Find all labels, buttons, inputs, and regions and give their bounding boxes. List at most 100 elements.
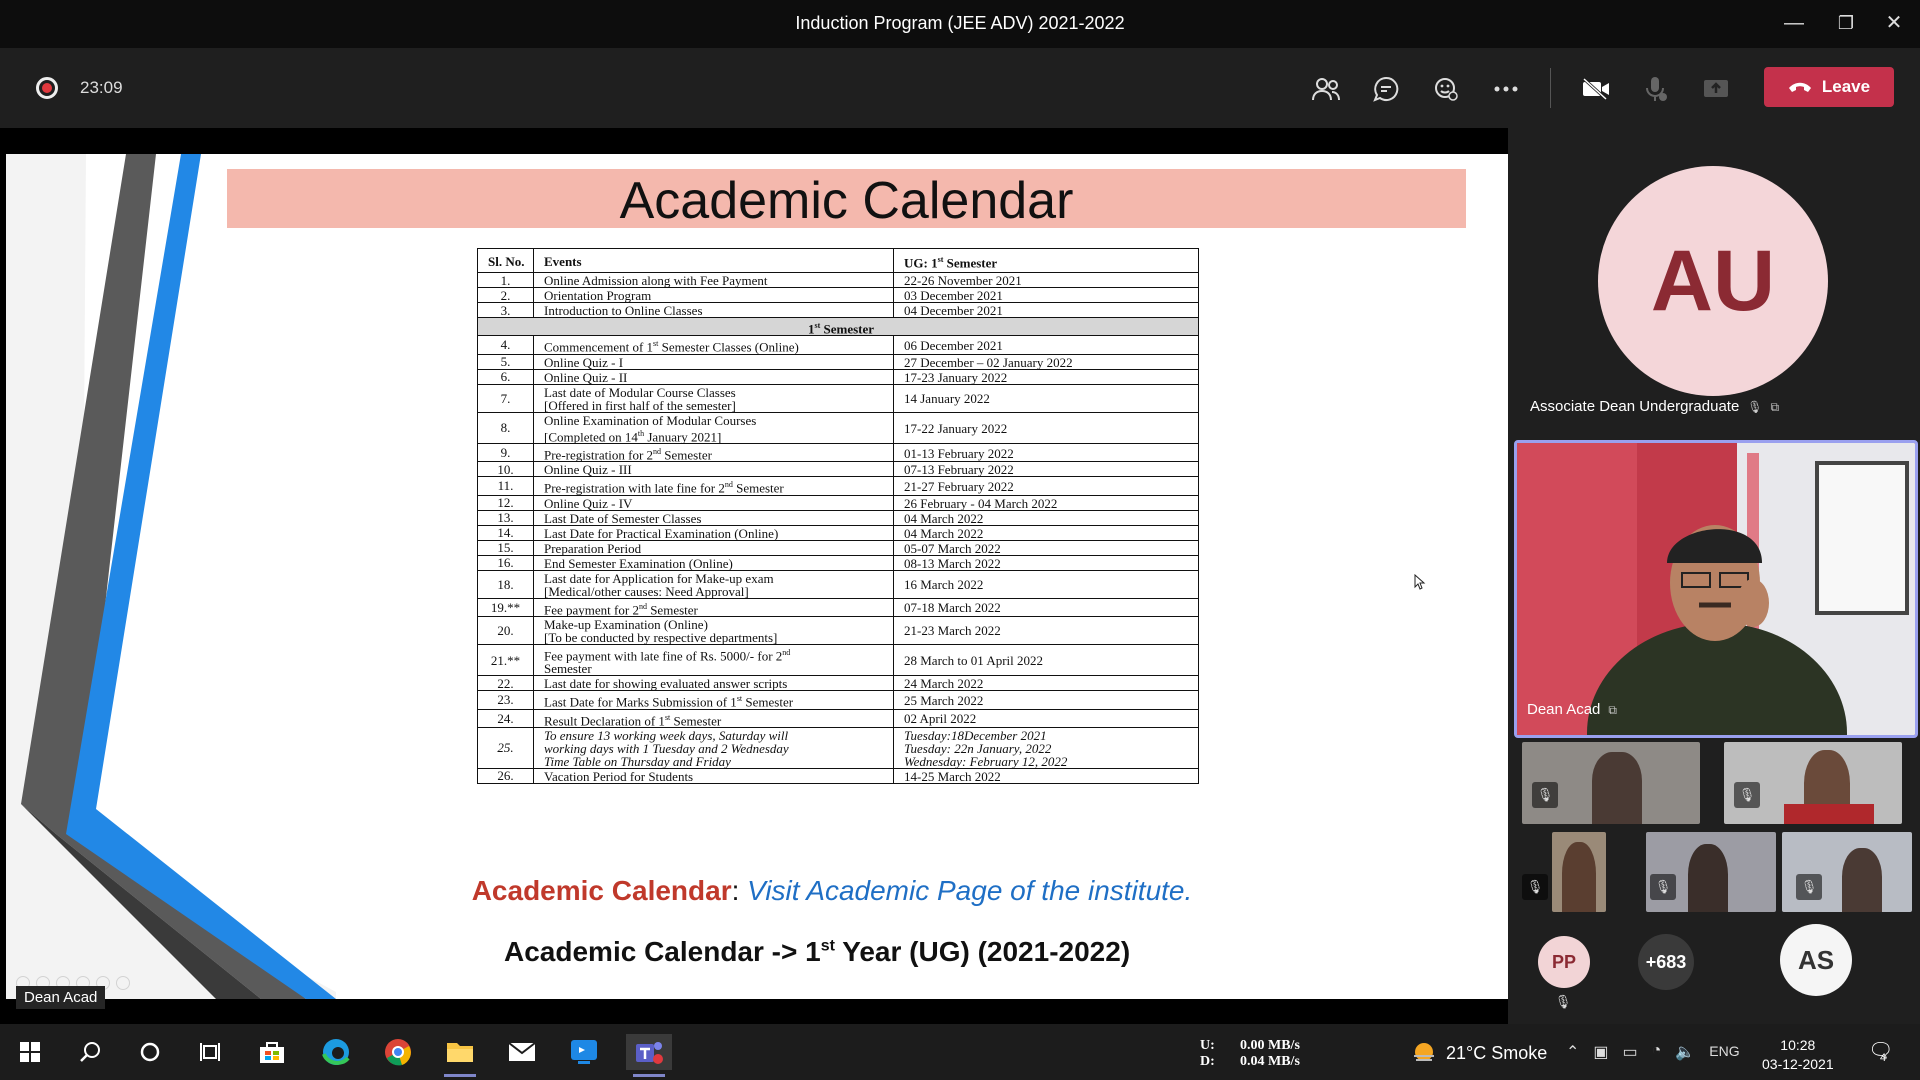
table-row: 4. Commencement of 1st Semester Classes (… (477, 335, 1199, 355)
participant-video-5[interactable]: 🎙 (1782, 832, 1912, 912)
row-date: 04 December 2021 (893, 302, 1199, 318)
row-number: 6. (477, 368, 534, 385)
table-header-row: Sl. No. Events UG: 1st Semester (477, 248, 1199, 273)
chrome-icon[interactable] (378, 1034, 418, 1070)
row-date: 25 March 2022 (893, 690, 1199, 710)
task-view-icon[interactable] (190, 1034, 230, 1070)
file-explorer-icon[interactable] (440, 1034, 480, 1077)
system-tray: ⌃ ▣ ▭ ◔ 🔈 ENG (1566, 1042, 1740, 1062)
restore-button[interactable]: ❐ (1826, 8, 1866, 38)
camera-off-icon[interactable] (1578, 74, 1614, 104)
row-event: Pre-registration with late fine for 2nd … (533, 476, 894, 496)
weather-text: 21°C Smoke (1446, 1042, 1548, 1063)
more-options-icon[interactable] (1488, 74, 1524, 104)
table-row: 3. Introduction to Online Classes 04 Decem… (477, 302, 1199, 318)
row-event: Online Quiz - IV (533, 494, 894, 511)
screen-share-indicator-icon: ⧉ (1608, 703, 1617, 717)
row-date: 04 March 2022 (893, 509, 1199, 526)
row-number: 13. (477, 509, 534, 526)
row-date: 22-26 November 2021 (893, 272, 1199, 288)
more-participants-count[interactable]: +683 (1638, 934, 1694, 990)
mouse-cursor-icon (1414, 574, 1426, 590)
close-button[interactable]: ✕ (1874, 8, 1914, 38)
clock[interactable]: 10:28 03-12-2021 (1762, 1036, 1834, 1074)
avatar-associate-dean[interactable]: AU (1598, 166, 1828, 396)
recording-icon (36, 77, 58, 99)
download-label: D: (1200, 1054, 1215, 1069)
row-event: Online Examination of Modular Courses [C… (533, 411, 894, 444)
row-number: 4. (477, 335, 534, 355)
avatar-pp[interactable]: PP (1538, 936, 1590, 988)
share-screen-icon[interactable] (1698, 74, 1734, 104)
upload-speed: 0.00 MB/s (1240, 1038, 1300, 1053)
section-row: 1st Semester (477, 316, 1199, 337)
calendar-rows-top: 1. Online Admission along with Fee Paymen… (477, 272, 1199, 318)
row-number: 20. (477, 615, 534, 645)
search-icon[interactable] (70, 1034, 110, 1070)
participant-video-3[interactable] (1552, 832, 1606, 912)
leave-button[interactable]: Leave (1764, 67, 1894, 107)
table-row: 5. Online Quiz - I 27 December – 02 Januar… (477, 353, 1199, 370)
mail-icon[interactable] (502, 1034, 542, 1070)
row-event: Introduction to Online Classes (533, 302, 894, 318)
weather-widget[interactable]: 21°C Smoke (1412, 1042, 1547, 1064)
header-semester: UG: 1st Semester (893, 248, 1199, 273)
academic-page-link[interactable]: Visit Academic Page of the institute. (747, 875, 1192, 906)
table-row: 12. Online Quiz - IV 26 February - 04 Marc… (477, 494, 1199, 511)
presentation-slide: Academic Calendar Sl. No. Events UG: 1st… (6, 154, 1508, 999)
presenter-name-tag: Dean Acad (16, 986, 106, 1009)
row-number: 1. (477, 272, 534, 288)
link-separator: : (731, 875, 748, 906)
row-date: 17-22 January 2022 (893, 411, 1199, 444)
participant-video-2[interactable]: 🎙 (1724, 742, 1902, 824)
row-event: Vacation Period for Students (533, 767, 894, 784)
remote-desktop-icon[interactable] (564, 1034, 604, 1070)
row-event: Fee payment for 2nd Semester (533, 597, 894, 617)
row-number: 12. (477, 494, 534, 511)
wifi-icon[interactable]: ◔ (1652, 1042, 1662, 1062)
minimize-button[interactable]: — (1774, 8, 1814, 38)
volume-icon[interactable]: 🔈 (1675, 1042, 1695, 1062)
speaker-name-row: Dean Acad ⧉ (1527, 701, 1617, 718)
avatar-as[interactable]: AS (1780, 924, 1852, 996)
participants-icon[interactable] (1308, 74, 1344, 104)
windows-start-icon[interactable] (10, 1034, 50, 1070)
title-bar: Induction Program (JEE ADV) 2021-2022 — … (0, 0, 1920, 48)
participant-video-1[interactable]: 🎙 (1522, 742, 1700, 824)
row-number: 25. (477, 726, 534, 769)
year-text-a: Academic Calendar -> 1 (504, 936, 821, 967)
meet-now-icon[interactable]: ▣ (1593, 1042, 1608, 1062)
mic-muted-icon[interactable] (1638, 74, 1674, 104)
tray-overflow-chevron-icon[interactable]: ⌃ (1566, 1042, 1579, 1062)
chat-icon[interactable] (1368, 74, 1404, 104)
row-date: 14 January 2022 (893, 383, 1199, 413)
row-event: Last date of Modular Course Classes [Off… (533, 383, 894, 413)
row-date: 05-07 March 2022 (893, 539, 1199, 556)
shared-screen-area: Academic Calendar Sl. No. Events UG: 1st… (0, 128, 1508, 1024)
table-row: 15. Preparation Period 05-07 March 2022 (477, 539, 1199, 556)
table-row: 20. Make-up Examination (Online) [To be c… (477, 615, 1199, 645)
row-number: 18. (477, 569, 534, 599)
row-date: 02 April 2022 (893, 708, 1199, 728)
associate-dean-name-row: Associate Dean Undergraduate 🎙 ⧉ (1530, 398, 1779, 415)
phone-hangup-icon (1788, 82, 1811, 92)
teams-icon[interactable] (626, 1034, 672, 1077)
row-event: Commencement of 1st Semester Classes (On… (533, 335, 894, 355)
clock-date: 03-12-2021 (1762, 1056, 1834, 1072)
store-icon[interactable] (252, 1034, 292, 1070)
academic-page-line: Academic Calendar: Visit Academic Page o… (6, 875, 1508, 907)
row-event: Online Quiz - II (533, 368, 894, 385)
battery-icon[interactable]: ▭ (1623, 1042, 1638, 1062)
reactions-icon[interactable] (1428, 74, 1464, 104)
language-indicator[interactable]: ENG (1709, 1043, 1739, 1062)
header-events: Events (533, 248, 894, 273)
cortana-icon[interactable] (130, 1034, 170, 1070)
row-number: 11. (477, 476, 534, 496)
active-speaker-video[interactable]: Dean Acad ⧉ (1514, 440, 1918, 738)
notification-center-icon[interactable]: 🗨 4 (1868, 1038, 1893, 1064)
edge-icon[interactable] (316, 1034, 356, 1070)
table-row: 8. Online Examination of Modular Courses … (477, 411, 1199, 444)
participant-video-4[interactable]: 🎙 (1646, 832, 1776, 912)
section-label: 1st Semester (477, 316, 1199, 337)
speaker-video-frame (1517, 443, 1915, 735)
